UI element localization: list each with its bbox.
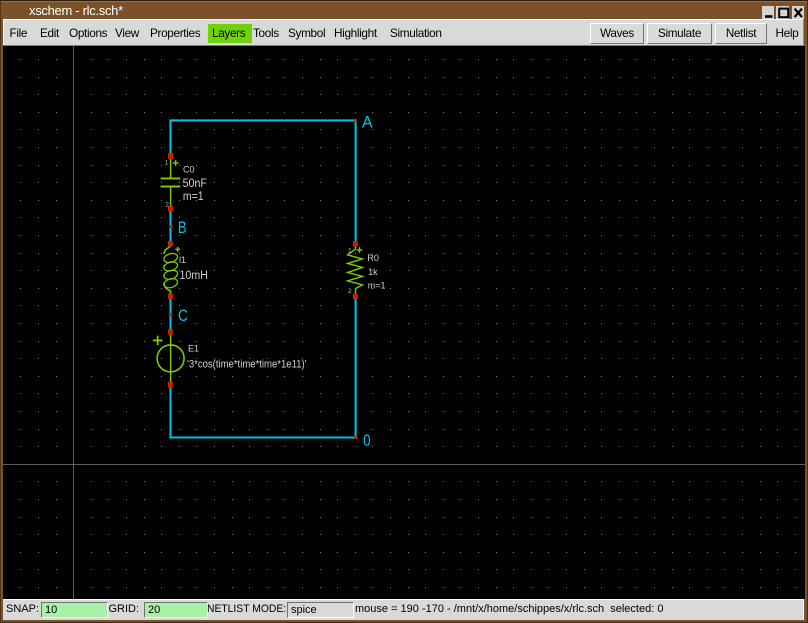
svg-text:'3*cos(time*time*time*1e11)': '3*cos(time*time*time*1e11)': [187, 358, 307, 370]
svg-text:2: 2: [348, 288, 352, 295]
svg-text:m=1: m=1: [368, 281, 386, 291]
svg-text:B: B: [178, 218, 187, 237]
svg-text:l1: l1: [179, 255, 186, 265]
svg-text:0: 0: [363, 431, 371, 450]
svg-text:10mH: 10mH: [180, 270, 208, 282]
svg-text:C0: C0: [183, 164, 195, 174]
svg-text:m=1: m=1: [183, 191, 204, 203]
svg-text:1k: 1k: [368, 267, 378, 277]
svg-text:50nF: 50nF: [183, 178, 207, 190]
svg-text:C: C: [178, 306, 188, 325]
svg-text:E1: E1: [188, 344, 199, 354]
svg-text:1: 1: [165, 160, 169, 167]
svg-text:R0: R0: [367, 253, 379, 263]
svg-text:A: A: [362, 113, 373, 132]
svg-text:2: 2: [165, 202, 169, 209]
svg-text:1: 1: [348, 247, 352, 254]
